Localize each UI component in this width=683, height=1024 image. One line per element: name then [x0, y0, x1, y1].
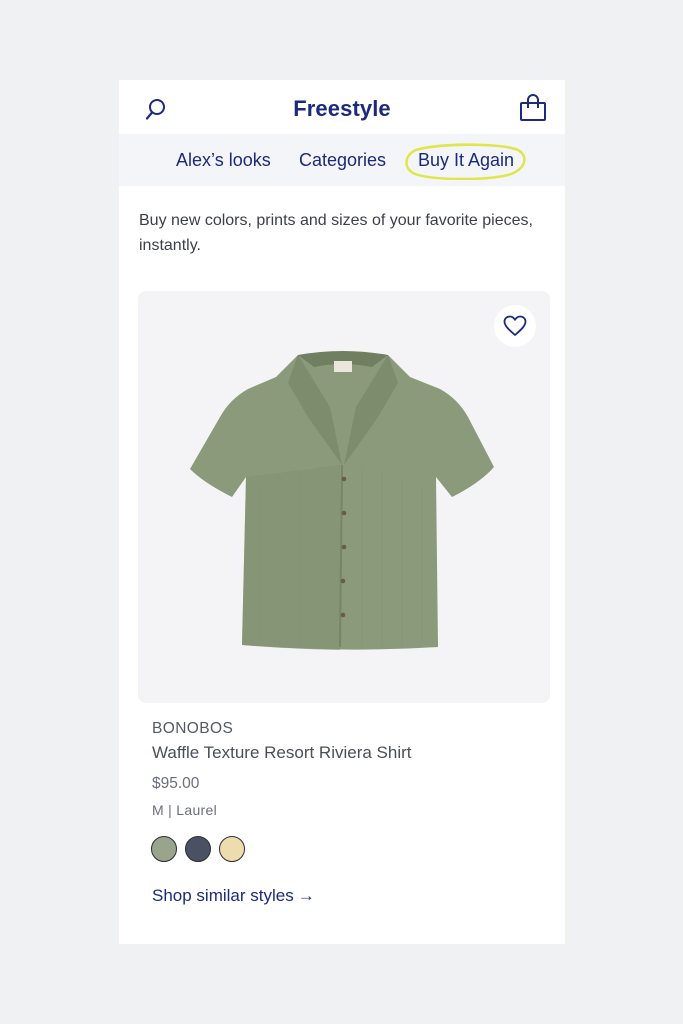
product-price: $95.00	[152, 775, 200, 792]
shopping-bag-icon	[520, 94, 546, 121]
app-screen: Freestyle Alex’s looks Categories Buy It…	[119, 80, 565, 944]
product-brand: BONOBOS	[152, 720, 234, 737]
favorite-button[interactable]	[494, 305, 536, 347]
shop-similar-label: Shop similar styles	[152, 886, 294, 905]
arrow-right-icon: →	[297, 886, 315, 905]
intro-text: Buy new colors, prints and sizes of your…	[139, 212, 533, 254]
tab-categories[interactable]: Categories	[299, 150, 386, 171]
swatch-sand[interactable]	[219, 836, 245, 862]
shopping-bag-button[interactable]	[519, 93, 547, 123]
shop-similar-link[interactable]: Shop similar styles →	[152, 886, 315, 906]
app-header: Freestyle	[119, 80, 565, 134]
color-swatches	[151, 836, 245, 862]
tab-alexs-looks[interactable]: Alex’s looks	[176, 150, 271, 171]
product-image[interactable]	[138, 291, 550, 703]
product-variant: M | Laurel	[152, 802, 217, 818]
heart-icon	[503, 315, 527, 336]
tab-bar: Alex’s looks Categories Buy It Again	[119, 134, 565, 186]
tab-buy-it-again[interactable]: Buy It Again	[418, 150, 514, 171]
swatch-laurel[interactable]	[151, 836, 177, 862]
shirt-image	[190, 351, 494, 650]
swatch-navy[interactable]	[185, 836, 211, 862]
product-name[interactable]: Waffle Texture Resort Riviera Shirt	[152, 743, 412, 763]
app-title[interactable]: Freestyle	[119, 96, 565, 122]
